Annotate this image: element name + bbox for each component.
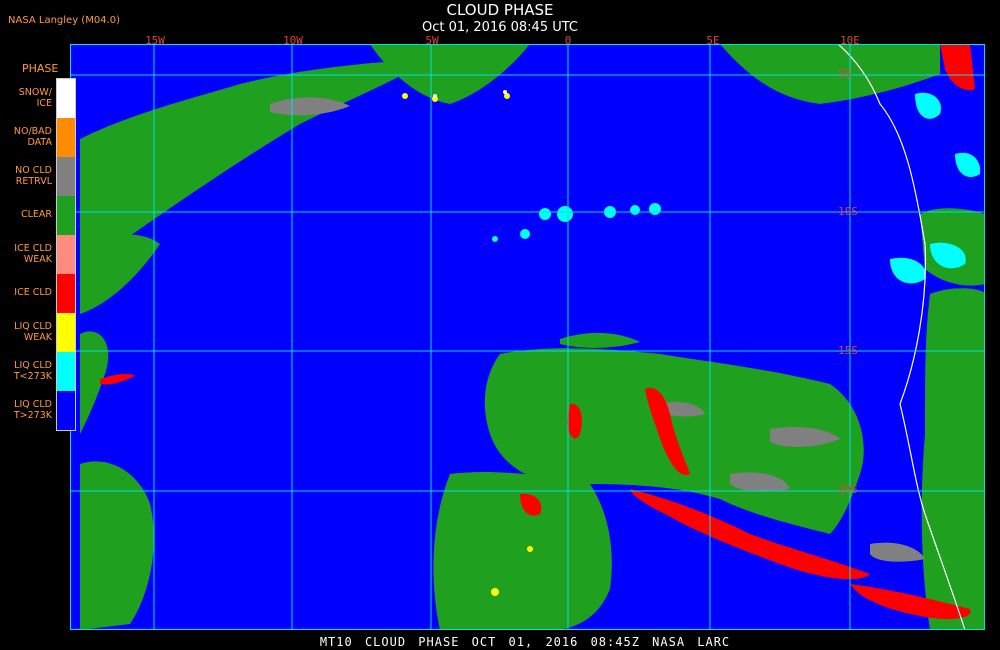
map-title: CLOUD PHASE (446, 1, 554, 19)
legend-label: ICE CLD (14, 287, 52, 298)
legend-swatch (57, 79, 75, 118)
map-timestamp: Oct 01, 2016 08:45 UTC (422, 20, 578, 35)
cloud-phase-map (70, 44, 985, 630)
legend-swatch (57, 274, 75, 313)
lat-label-5s: 5S (838, 67, 852, 80)
lat-label-10s: 10S (838, 205, 858, 218)
legend-swatch (57, 196, 75, 235)
legend-color-bar (56, 78, 76, 431)
legend-label: LIQ CLD T>273K (13, 399, 52, 421)
legend-swatch (57, 235, 75, 274)
source-label: NASA Langley (M04.0) (8, 15, 120, 26)
footer-caption: MT10 CLOUD PHASE OCT 01, 2016 08:45Z NAS… (319, 635, 731, 649)
lat-label-20s: 20S (838, 483, 858, 496)
legend-label: NO CLD RETRVL (15, 165, 52, 187)
legend-label: LIQ CLD T<273K (13, 360, 52, 382)
legend-swatch (57, 391, 75, 430)
legend-swatch (57, 313, 75, 352)
legend-title: PHASE (22, 62, 59, 75)
legend-swatch (57, 118, 75, 157)
legend-label: LIQ CLD WEAK (14, 321, 52, 343)
legend-label: SNOW/ ICE (18, 87, 52, 109)
legend-label: NO/BAD DATA (13, 126, 52, 148)
legend-label: CLEAR (20, 209, 52, 220)
legend-swatch (57, 157, 75, 196)
legend-label: ICE CLD WEAK (14, 243, 52, 265)
legend-swatch (57, 352, 75, 391)
lat-label-15s: 15S (838, 344, 858, 357)
